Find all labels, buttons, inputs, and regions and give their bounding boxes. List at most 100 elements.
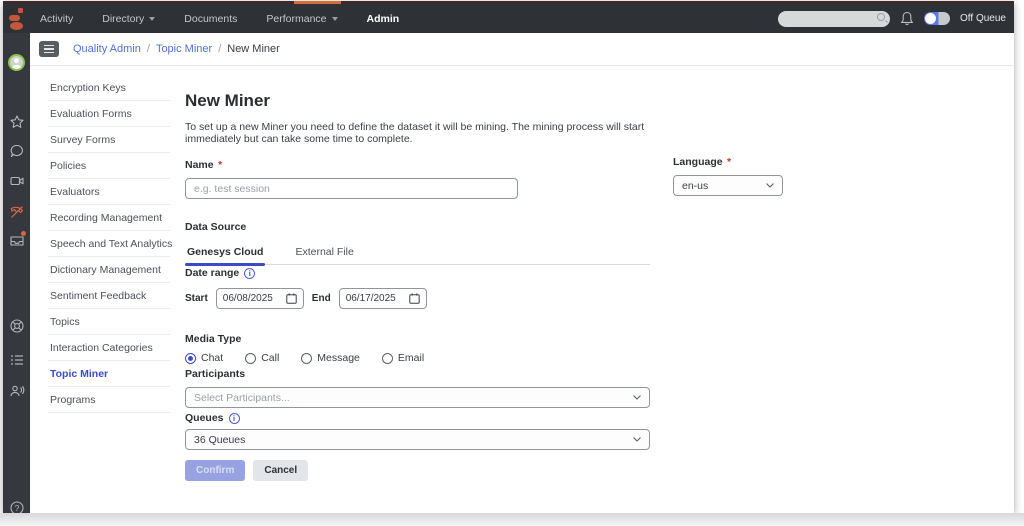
sidebar-item-survey-forms[interactable]: Survey Forms — [48, 127, 170, 153]
breadcrumb: Quality Admin / Topic Miner / New Miner — [73, 43, 280, 55]
video-camera-icon[interactable] — [3, 173, 30, 189]
name-label: Name — [185, 159, 214, 171]
nav-item-activity[interactable]: Activity — [40, 4, 73, 33]
sidebar-item-recording-management[interactable]: Recording Management — [48, 205, 170, 231]
date-range-group: Date range i Start 06/08/2025 End 06/17/… — [185, 267, 427, 309]
radio-button — [245, 352, 257, 364]
user-avatar[interactable] — [3, 54, 30, 71]
left-icon-rail: ? — [3, 33, 30, 515]
sidebar-item-sentiment-feedback[interactable]: Sentiment Feedback — [48, 283, 170, 309]
sidebar-item-policies[interactable]: Policies — [48, 153, 170, 179]
sidebar-item-encryption-keys[interactable]: Encryption Keys — [48, 75, 170, 101]
search-icon — [877, 13, 886, 21]
data-source-group: Data Source Genesys Cloud External File — [185, 217, 650, 266]
chevron-down-icon — [633, 395, 641, 400]
form-description: To set up a new Miner you need to define… — [185, 121, 645, 145]
notifications-bell-icon[interactable] — [900, 11, 914, 26]
search-input[interactable] — [778, 10, 891, 27]
queue-status-toggle[interactable] — [924, 12, 951, 25]
caret-down-icon — [149, 16, 156, 21]
chat-bubble-icon[interactable] — [3, 143, 30, 159]
participants-label: Participants — [185, 368, 246, 380]
radio-label: Call — [261, 352, 280, 364]
breadcrumb-separator: / — [146, 43, 150, 55]
phone-disabled-icon[interactable] — [3, 204, 30, 220]
data-source-tabs: Genesys Cloud External File — [185, 243, 650, 266]
top-navigation-bar: Activity Directory Documents Performance… — [3, 4, 1014, 33]
sidebar-item-topics[interactable]: Topics — [48, 309, 170, 335]
start-date-input[interactable]: 06/08/2025 — [215, 288, 304, 309]
start-label: Start — [185, 293, 208, 304]
radio-label: Email — [397, 352, 425, 364]
queues-select[interactable]: 36 Queues — [185, 429, 650, 450]
data-source-label: Data Source — [185, 221, 247, 233]
genesys-logo-icon — [3, 4, 30, 33]
info-icon[interactable]: i — [244, 267, 256, 279]
sidebar-item-evaluation-forms[interactable]: Evaluation Forms — [48, 101, 170, 127]
radio-email[interactable]: Email — [381, 352, 425, 364]
end-date-value: 06/17/2025 — [345, 293, 396, 304]
participants-group: Participants Select Participants... — [185, 364, 650, 408]
language-label: Language — [673, 156, 723, 168]
sidebar-item-speech-text-analytics[interactable]: Speech and Text Analytics — [48, 231, 172, 257]
tab-genesys-cloud[interactable]: Genesys Cloud — [185, 243, 266, 266]
form-actions: Confirm Cancel — [185, 460, 309, 481]
admin-sidebar-menu: Encryption Keys Evaluation Forms Survey … — [48, 75, 172, 413]
participants-placeholder: Select Participants... — [194, 391, 290, 404]
start-date-value: 06/08/2025 — [222, 293, 273, 304]
radio-chat[interactable]: Chat — [185, 352, 223, 364]
name-field-group: Name * — [185, 155, 518, 199]
notification-badge — [21, 231, 26, 236]
global-search — [778, 10, 891, 27]
nav-item-directory[interactable]: Directory — [102, 4, 156, 33]
app-window: Activity Directory Documents Performance… — [3, 1, 1014, 515]
sidebar-item-evaluators[interactable]: Evaluators — [48, 179, 170, 205]
radio-label: Message — [317, 352, 360, 364]
sidebar-item-programs[interactable]: Programs — [48, 387, 170, 413]
app-screen: Activity Directory Documents Performance… — [0, 0, 1024, 526]
queues-group: Queues i 36 Queues — [185, 412, 650, 450]
support-ring-icon[interactable] — [3, 318, 30, 334]
sidebar-item-dictionary-management[interactable]: Dictionary Management — [48, 257, 170, 283]
media-type-group: Media Type Chat Call Message Email — [185, 329, 424, 364]
page-title: New Miner — [185, 91, 271, 110]
favorites-star-icon[interactable] — [3, 114, 30, 130]
chevron-down-icon — [633, 437, 641, 442]
radio-call[interactable]: Call — [245, 352, 279, 364]
new-miner-form: New Miner To set up a new Miner you need… — [185, 67, 783, 481]
list-icon[interactable] — [3, 352, 30, 368]
nav-item-performance[interactable]: Performance — [266, 4, 338, 33]
nav-item-admin[interactable]: Admin — [367, 4, 400, 33]
calendar-icon[interactable] — [286, 293, 297, 304]
tab-external-file[interactable]: External File — [293, 243, 355, 264]
nav-item-documents[interactable]: Documents — [184, 4, 237, 33]
sidebar-item-topic-miner[interactable]: Topic Miner — [48, 361, 170, 387]
cancel-button[interactable]: Cancel — [253, 460, 309, 481]
breadcrumb-separator: / — [218, 43, 222, 55]
date-range-label: Date range — [185, 267, 240, 279]
presence-ring — [8, 54, 25, 71]
queues-value: 36 Queues — [194, 433, 246, 446]
primary-nav: Activity Directory Documents Performance… — [40, 4, 399, 33]
end-date-input[interactable]: 06/17/2025 — [338, 288, 427, 309]
svg-text:?: ? — [14, 503, 19, 513]
participants-select[interactable]: Select Participants... — [185, 387, 650, 408]
breadcrumb-link-topic-miner[interactable]: Topic Miner — [156, 43, 212, 55]
name-input[interactable] — [185, 178, 518, 199]
menu-toggle-button[interactable] — [39, 41, 59, 57]
confirm-button[interactable]: Confirm — [185, 460, 246, 481]
chevron-down-icon — [766, 183, 774, 188]
toggle-knob — [925, 13, 937, 24]
voicemail-inbox-icon[interactable] — [3, 231, 30, 249]
nav-label: Performance — [266, 12, 327, 25]
topbar-right-group: Off Queue — [778, 10, 1014, 27]
info-icon[interactable]: i — [228, 412, 240, 424]
nav-label: Activity — [40, 12, 74, 25]
calendar-icon[interactable] — [408, 293, 420, 304]
radio-message[interactable]: Message — [301, 352, 360, 364]
language-select[interactable]: en-us — [673, 175, 783, 196]
breadcrumb-link-quality-admin[interactable]: Quality Admin — [73, 43, 141, 55]
agent-speaking-icon[interactable] — [3, 383, 30, 399]
radio-button — [301, 352, 313, 364]
sidebar-item-interaction-categories[interactable]: Interaction Categories — [48, 335, 170, 361]
